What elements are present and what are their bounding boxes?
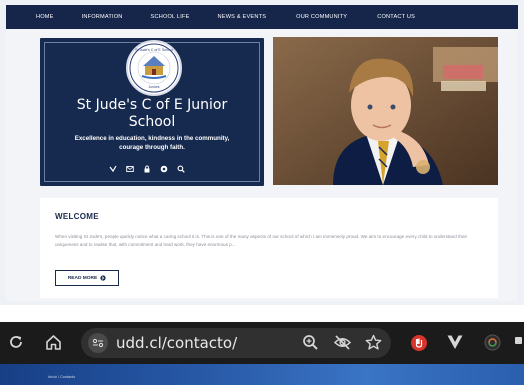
school-crest-logo[interactable]: St Jude's C of E School Juniors: [126, 40, 182, 96]
email-icon[interactable]: [125, 164, 135, 174]
motto-line-2: courage through faith.: [119, 144, 185, 151]
crest-icon: St Jude's C of E School Juniors: [129, 43, 179, 93]
hero-photo: [273, 37, 498, 185]
heading-line-1: St Jude's C of E Junior: [76, 97, 228, 113]
page-banner: [0, 364, 524, 385]
extensions-menu-icon[interactable]: [515, 334, 524, 356]
extension-v-icon[interactable]: [446, 334, 464, 356]
twitter-icon[interactable]: [108, 164, 118, 174]
zoom-icon[interactable]: [302, 334, 319, 356]
nav-item-news-events[interactable]: NEWS & EVENTS: [218, 14, 267, 20]
svg-text:St Jude's C of E School: St Jude's C of E School: [135, 48, 173, 52]
breadcrumb[interactable]: Inicio / Contacto: [48, 375, 75, 379]
school-website: HOME INFORMATION SCHOOL LIFE NEWS & EVEN…: [0, 0, 524, 305]
nav-item-contact-us[interactable]: CONTACT US: [377, 14, 415, 20]
url-text[interactable]: udd.cl/contacto/: [116, 335, 237, 352]
read-more-label: READ MORE: [67, 275, 98, 281]
eye-off-icon[interactable]: [333, 334, 352, 356]
welcome-body: When visiting St Jude's, people quickly …: [55, 234, 468, 247]
svg-text:Juniors: Juniors: [149, 85, 160, 89]
search-icon[interactable]: [176, 164, 186, 174]
nav-item-information[interactable]: INFORMATION: [82, 14, 123, 20]
extension-red-icon[interactable]: [410, 334, 428, 357]
motto-line-1: Excellence in education, kindness in the…: [74, 135, 230, 142]
home-icon[interactable]: [45, 334, 62, 355]
nav-item-school-life[interactable]: SCHOOL LIFE: [151, 14, 190, 20]
main-navigation: HOME INFORMATION SCHOOL LIFE NEWS & EVEN…: [6, 5, 518, 29]
school-name-heading: St Jude's C of E Junior School: [44, 97, 260, 131]
heading-line-2: School: [128, 114, 176, 130]
school-motto: Excellence in education, kindness in the…: [52, 134, 252, 152]
social-icons-row: [108, 164, 186, 174]
globe-icon[interactable]: [159, 164, 169, 174]
nav-item-our-community[interactable]: OUR COMMUNITY: [296, 14, 347, 20]
arrow-circle-icon: [100, 275, 106, 281]
read-more-button[interactable]: READ MORE: [55, 270, 119, 286]
reload-icon[interactable]: [8, 334, 24, 355]
welcome-heading: WELCOME: [55, 212, 99, 221]
nav-item-home[interactable]: HOME: [36, 14, 54, 20]
star-icon[interactable]: [365, 334, 382, 356]
extension-circle-icon[interactable]: [484, 334, 501, 356]
site-settings-icon[interactable]: [88, 333, 108, 353]
lock-icon[interactable]: [142, 164, 152, 174]
